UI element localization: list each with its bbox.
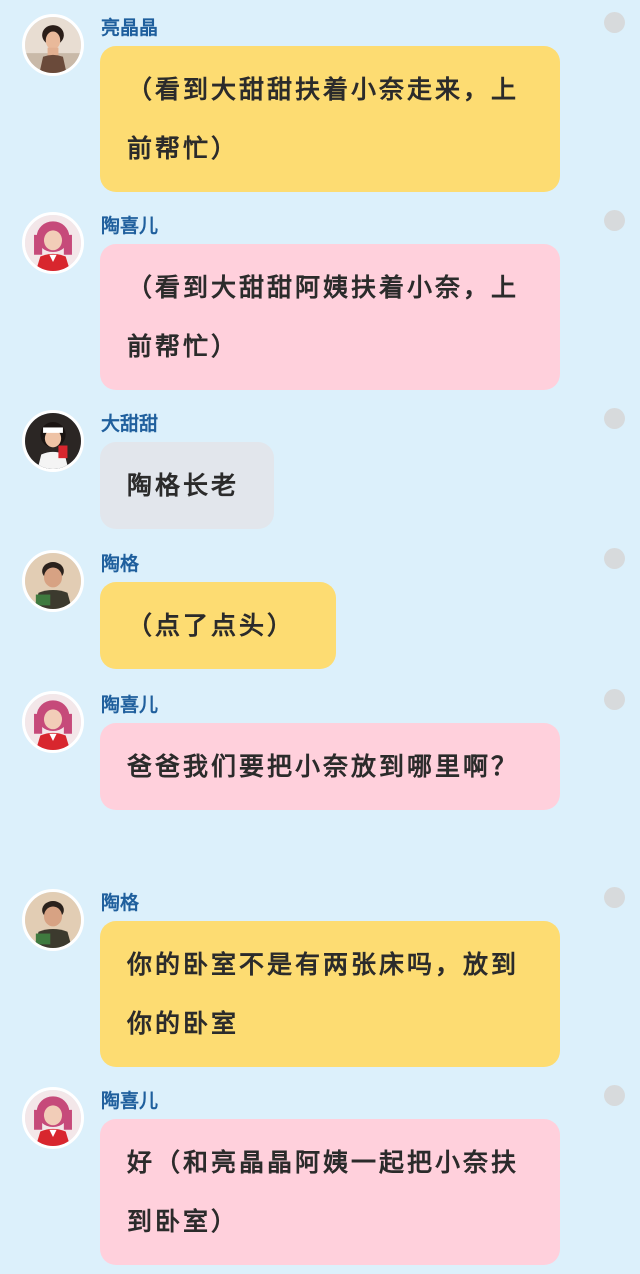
message-menu-dot[interactable] bbox=[604, 1085, 625, 1106]
liangjingjing-avatar[interactable] bbox=[22, 14, 84, 76]
message-menu-dot[interactable] bbox=[604, 689, 625, 710]
taoge-avatar[interactable] bbox=[22, 550, 84, 612]
speaker-name: 大甜甜 bbox=[101, 413, 159, 435]
speaker-name: 陶喜儿 bbox=[101, 1090, 159, 1112]
datiantian-avatar[interactable] bbox=[22, 410, 84, 472]
taoxier-avatar[interactable] bbox=[22, 212, 84, 274]
speaker-name: 陶格 bbox=[101, 892, 140, 914]
taoxier-avatar[interactable] bbox=[22, 691, 84, 753]
taoge-avatar[interactable] bbox=[22, 889, 84, 951]
message-bubble[interactable]: 陶格长老 bbox=[100, 442, 274, 529]
message-bubble[interactable]: （看到大甜甜扶着小奈走来，上前帮忙） bbox=[100, 46, 560, 192]
taoxier-avatar[interactable] bbox=[22, 1087, 84, 1149]
message-menu-dot[interactable] bbox=[604, 408, 625, 429]
message-bubble[interactable]: 好（和亮晶晶阿姨一起把小奈扶到卧室） bbox=[100, 1119, 560, 1265]
speaker-name: 陶格 bbox=[101, 553, 140, 575]
message-bubble[interactable]: 你的卧室不是有两张床吗，放到你的卧室 bbox=[100, 921, 560, 1067]
message-bubble[interactable]: （看到大甜甜阿姨扶着小奈，上前帮忙） bbox=[100, 244, 560, 390]
message-bubble[interactable]: 爸爸我们要把小奈放到哪里啊？ bbox=[100, 723, 560, 810]
message-menu-dot[interactable] bbox=[604, 548, 625, 569]
message-menu-dot[interactable] bbox=[604, 12, 625, 33]
speaker-name: 亮晶晶 bbox=[101, 17, 159, 39]
speaker-name: 陶喜儿 bbox=[101, 694, 159, 716]
message-menu-dot[interactable] bbox=[604, 210, 625, 231]
message-menu-dot[interactable] bbox=[604, 887, 625, 908]
message-bubble[interactable]: （点了点头） bbox=[100, 582, 336, 669]
chat-transcript: 亮晶晶 （看到大甜甜扶着小奈走来，上前帮忙） 陶喜儿 （看到大甜甜阿姨扶着小奈，… bbox=[0, 0, 640, 1274]
speaker-name: 陶喜儿 bbox=[101, 215, 159, 237]
